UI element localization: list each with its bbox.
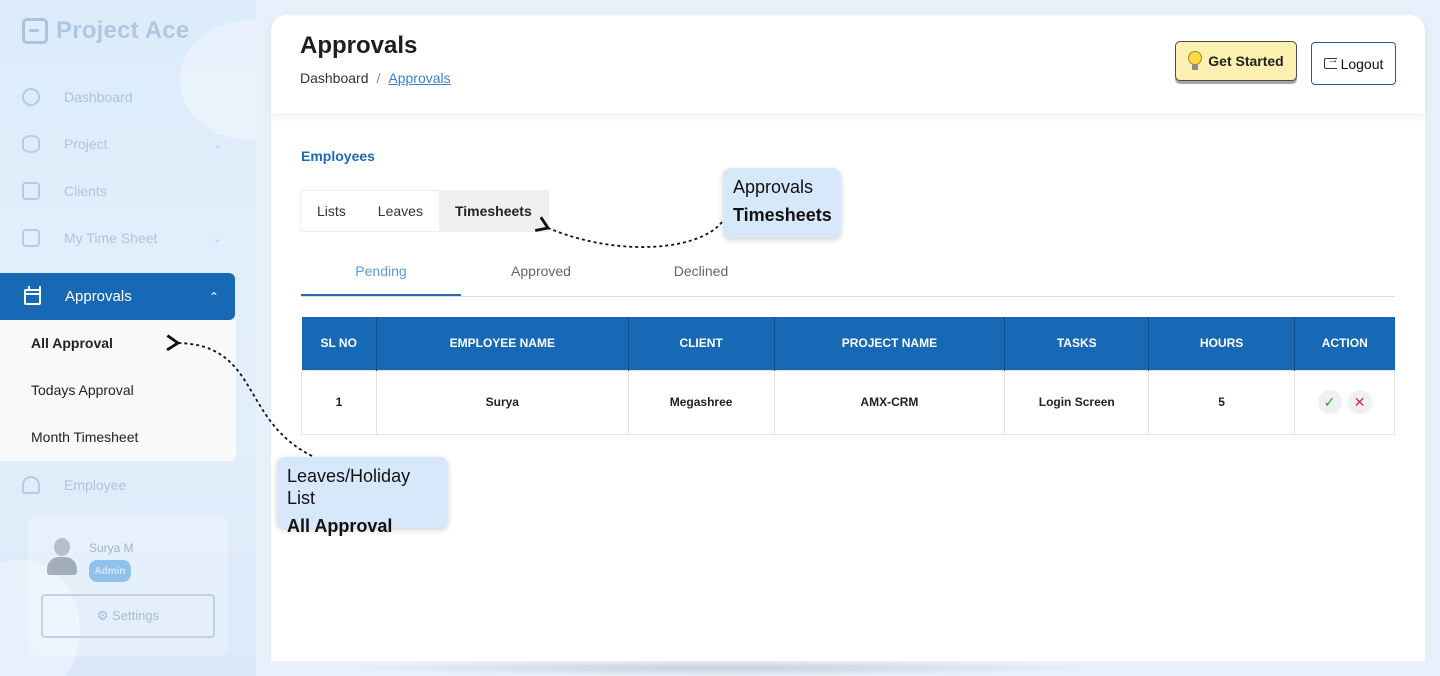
callout-timesheets: Approvals Timesheets <box>723 168 841 238</box>
callout-line1: Leaves/Holiday List <box>287 466 411 508</box>
arrow-to-all-approval <box>166 334 313 457</box>
callout-line1: Approvals <box>733 177 814 197</box>
callout-all-approval: Leaves/Holiday List All Approval <box>277 457 448 536</box>
arrow-to-timesheets-tab <box>534 216 723 248</box>
callout-line2: All Approval <box>287 516 393 536</box>
callout-line2: Timesheets <box>733 205 832 225</box>
callout-arrows <box>166 216 723 457</box>
